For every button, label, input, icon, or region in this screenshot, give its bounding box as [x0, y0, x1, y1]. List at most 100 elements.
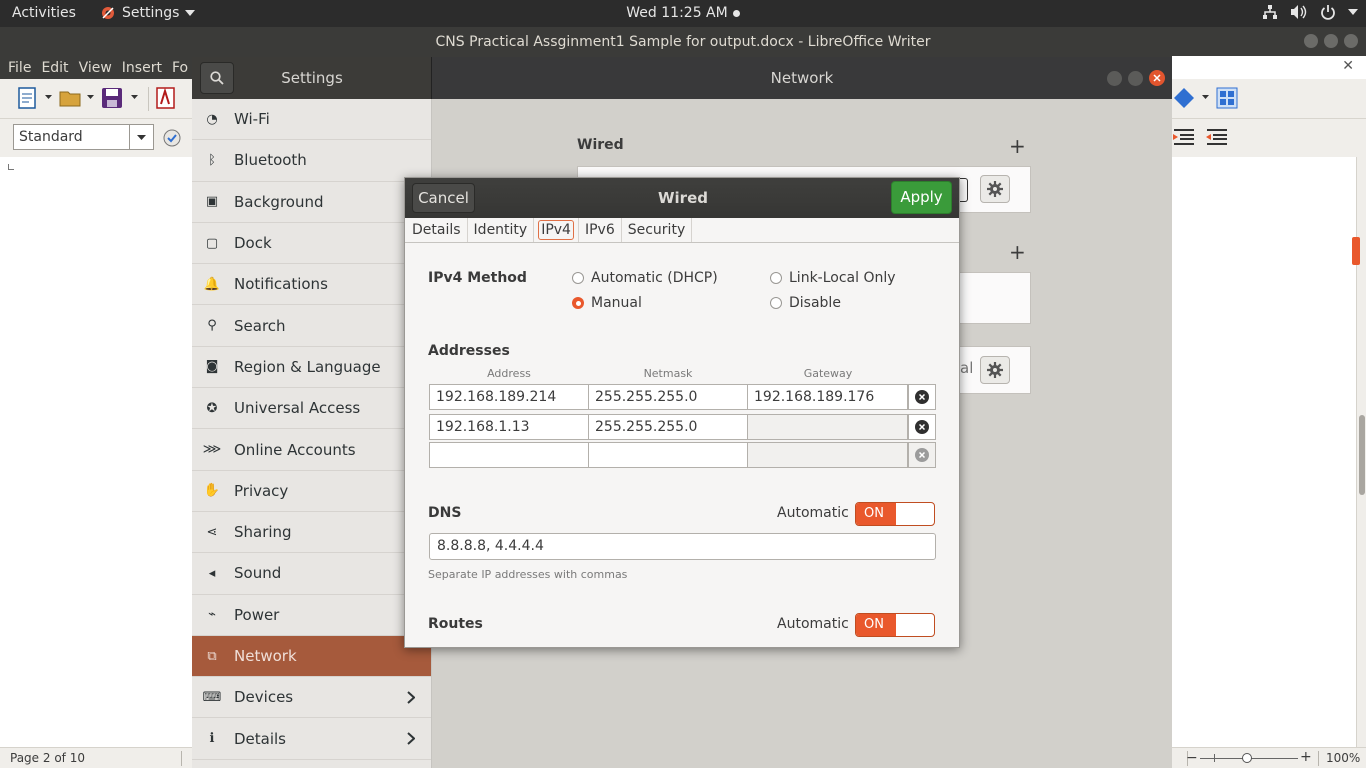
sidebar-item-power[interactable]: ⌁ Power: [192, 595, 431, 636]
zoom-in-icon[interactable]: +: [1300, 749, 1312, 765]
draw-shape-icon[interactable]: [1173, 87, 1195, 109]
radio-button-selected[interactable]: [572, 297, 584, 309]
radio-button[interactable]: [572, 272, 584, 284]
address-field[interactable]: 192.168.189.214: [429, 384, 589, 410]
sidebar-item-network[interactable]: ⧉ Network: [192, 635, 431, 678]
sidebar-item-sound[interactable]: ◂ Sound: [192, 553, 431, 595]
maximize-button[interactable]: [1324, 34, 1338, 48]
scrollbar-thumb[interactable]: [1359, 415, 1365, 495]
writer-window-controls: [1304, 34, 1358, 48]
menu-view[interactable]: View: [79, 60, 112, 76]
tab-identity[interactable]: Identity: [468, 218, 535, 242]
wifi-icon: ◔: [206, 111, 218, 127]
dns-servers-input[interactable]: 8.8.8.8, 4.4.4.4: [429, 533, 936, 560]
routes-automatic-switch[interactable]: ON: [855, 613, 935, 637]
proxy-settings-button[interactable]: [980, 356, 1010, 384]
netmask-field[interactable]: 255.255.255.0: [588, 384, 748, 410]
sidebar-item-wi-fi[interactable]: ◔ Wi-Fi: [192, 99, 431, 141]
radio-button[interactable]: [770, 297, 782, 309]
menu-file[interactable]: File: [8, 60, 31, 76]
increase-indent-icon[interactable]: [1205, 127, 1229, 147]
open-folder-icon[interactable]: [59, 87, 83, 109]
clock[interactable]: Wed 11:25 AM: [0, 5, 1366, 21]
sidebar-item-devices[interactable]: ⌨ Devices: [192, 677, 431, 719]
dns-automatic-switch[interactable]: ON: [855, 502, 935, 526]
method-disable[interactable]: Disable: [770, 295, 841, 311]
sidebar-item-universal-access[interactable]: ✪ Universal Access: [192, 388, 431, 430]
zoom-slider-handle[interactable]: [1242, 753, 1252, 763]
chevron-down-icon[interactable]: [131, 95, 138, 99]
minimize-button[interactable]: [1107, 70, 1122, 86]
chevron-down-icon[interactable]: [45, 95, 52, 99]
delete-address-button[interactable]: [908, 384, 936, 410]
netmask-field[interactable]: [588, 442, 748, 468]
menu-edit[interactable]: Edit: [41, 60, 68, 76]
cancel-button[interactable]: Cancel: [412, 183, 475, 213]
wired-settings-button[interactable]: [980, 175, 1010, 203]
add-wired-connection-button[interactable]: +: [1009, 134, 1026, 158]
add-vpn-button[interactable]: +: [1009, 240, 1026, 264]
zoom-slider[interactable]: [1200, 753, 1298, 763]
chevron-right-icon: [407, 732, 415, 746]
column-header-gateway: Gateway: [803, 367, 853, 380]
decrease-indent-icon[interactable]: [1172, 127, 1196, 147]
sidebar-item-online-accounts[interactable]: ⋙ Online Accounts: [192, 429, 431, 471]
tab-details[interactable]: Details: [406, 218, 468, 242]
gear-icon: [987, 362, 1003, 378]
tab-security[interactable]: Security: [622, 218, 693, 242]
chevron-down-icon[interactable]: [87, 95, 94, 99]
sidebar-item-background[interactable]: ▣ Background: [192, 182, 431, 223]
column-header-netmask: Netmask: [643, 367, 693, 380]
wired-heading: Wired: [577, 137, 624, 153]
tab-ipv4[interactable]: IPv4: [538, 220, 574, 240]
sidebar-item-notifications[interactable]: 🔔 Notifications: [192, 264, 431, 306]
zoom-out-icon[interactable]: −: [1186, 750, 1198, 766]
sidebar-item-region-language[interactable]: ◙ Region & Language: [192, 347, 431, 389]
method-link-local[interactable]: Link-Local Only: [770, 270, 896, 286]
chevron-down-icon[interactable]: [1202, 95, 1209, 99]
gateway-field[interactable]: 192.168.189.176: [747, 384, 908, 410]
close-button[interactable]: [1344, 34, 1358, 48]
new-document-icon[interactable]: [16, 87, 38, 109]
app-menu[interactable]: Settings: [100, 5, 196, 21]
gateway-field[interactable]: [747, 442, 908, 468]
paragraph-style-select[interactable]: Standard: [13, 124, 154, 150]
menu-format[interactable]: Fo: [172, 60, 188, 76]
maximize-button[interactable]: [1128, 70, 1143, 86]
close-document-icon[interactable]: ✕: [1342, 58, 1354, 74]
vertical-scrollbar[interactable]: [1352, 157, 1366, 747]
delete-address-button[interactable]: [908, 442, 936, 468]
sidebar-item-privacy[interactable]: ✋ Privacy: [192, 471, 431, 512]
sidebar-item-dock[interactable]: ▢ Dock: [192, 223, 431, 265]
update-style-icon[interactable]: [162, 128, 182, 148]
address-field[interactable]: [429, 442, 589, 468]
bell-icon: 🔔: [203, 276, 221, 292]
close-button[interactable]: [1149, 70, 1165, 86]
gateway-field[interactable]: [747, 414, 908, 440]
system-tray[interactable]: [1262, 4, 1358, 20]
export-pdf-icon[interactable]: [156, 87, 176, 109]
accessibility-icon: ✪: [206, 400, 218, 416]
method-manual[interactable]: Manual: [572, 295, 642, 311]
sidebar-item-label: Background: [234, 192, 324, 211]
apply-button[interactable]: Apply: [891, 181, 952, 214]
network-icon: ⧉: [207, 648, 217, 664]
delete-address-button[interactable]: [908, 414, 936, 440]
sidebar-item-sharing[interactable]: ⋖ Sharing: [192, 512, 431, 554]
netmask-field[interactable]: 255.255.255.0: [588, 414, 748, 440]
chevron-down-icon[interactable]: [129, 125, 153, 149]
minimize-button[interactable]: [1304, 34, 1318, 48]
sidebar-item-bluetooth[interactable]: ᛒ Bluetooth: [192, 140, 431, 182]
navigator-icon[interactable]: [1216, 87, 1238, 109]
background-icon: ▣: [205, 194, 219, 210]
method-automatic-dhcp[interactable]: Automatic (DHCP): [572, 270, 718, 286]
sidebar-item-search[interactable]: ⚲ Search: [192, 305, 431, 347]
radio-button[interactable]: [770, 272, 782, 284]
vpn-row: [960, 272, 1031, 324]
tab-ipv6[interactable]: IPv6: [577, 218, 622, 242]
save-icon[interactable]: [101, 87, 123, 109]
menu-insert[interactable]: Insert: [122, 60, 162, 76]
address-field[interactable]: 192.168.1.13: [429, 414, 589, 440]
activities-button[interactable]: Activities: [12, 5, 76, 21]
sidebar-item-details[interactable]: ℹ Details: [192, 718, 431, 760]
